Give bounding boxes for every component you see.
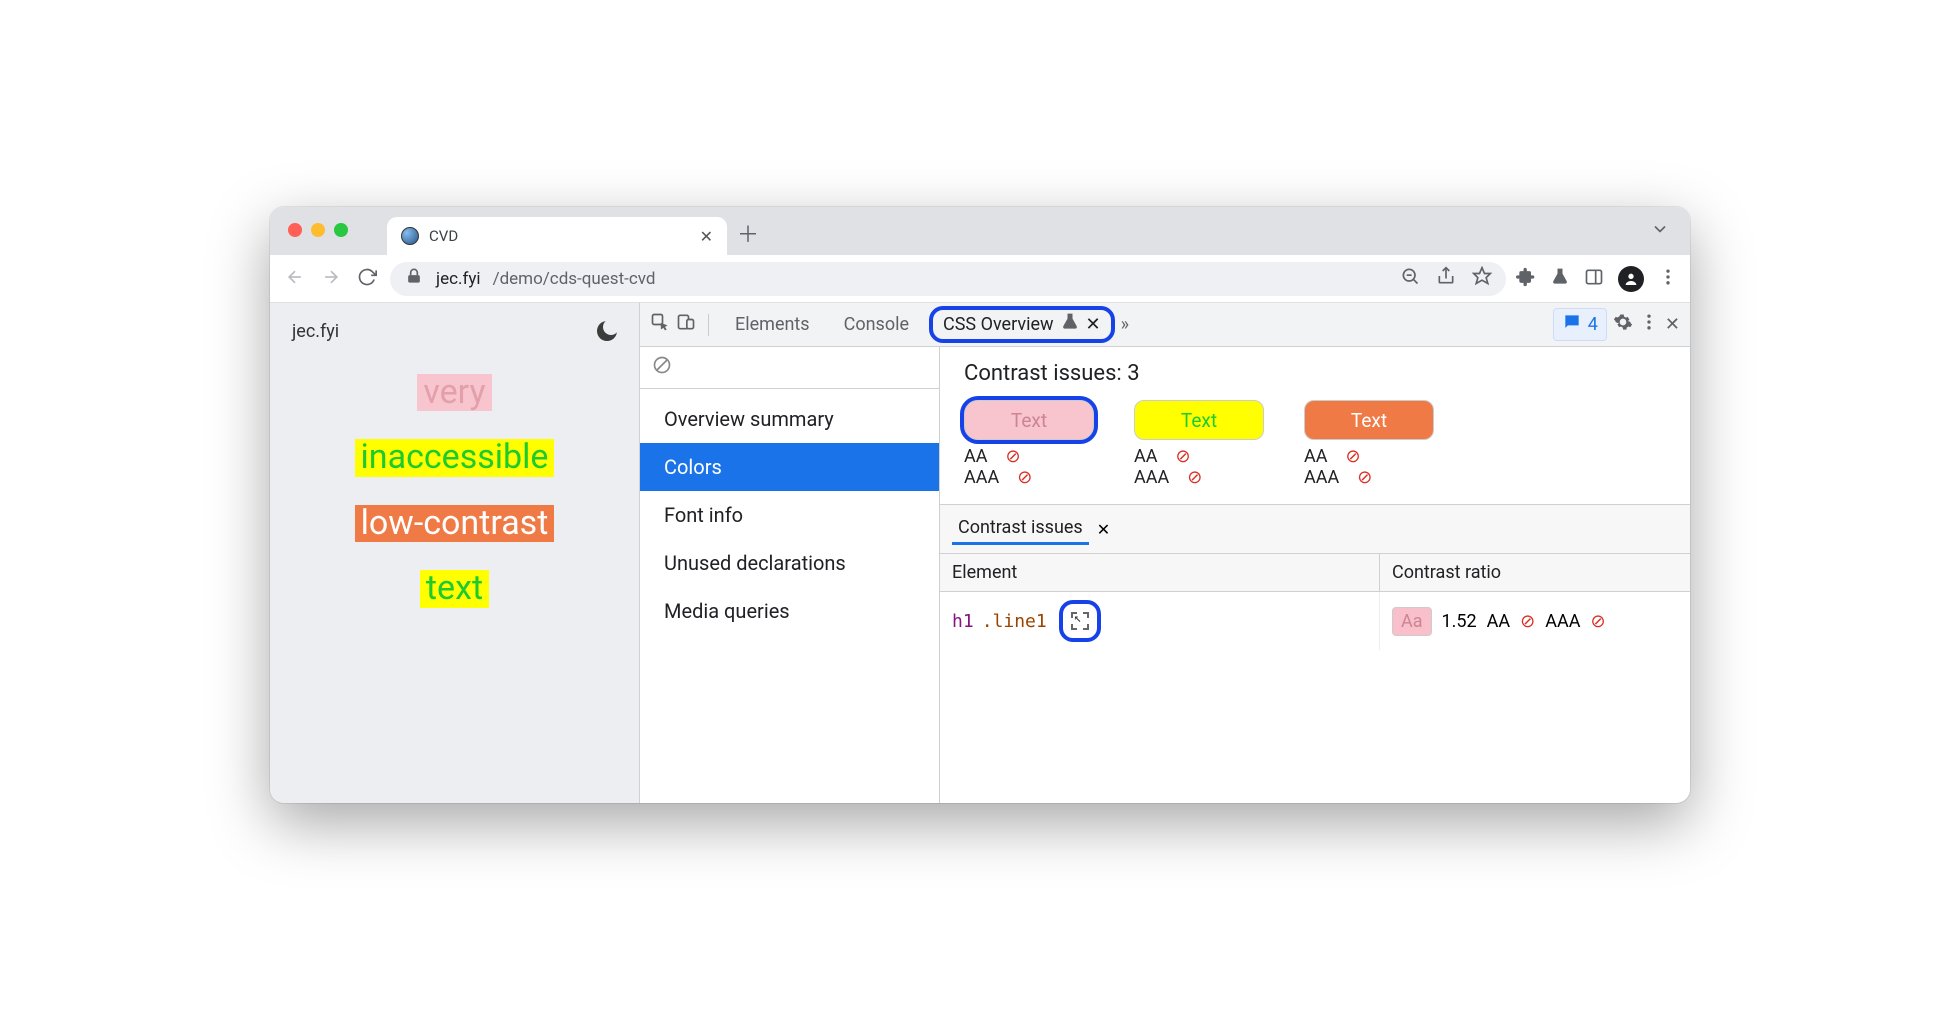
demo-word: text — [420, 570, 489, 607]
contrast-ratio-value: 1.52 — [1442, 611, 1477, 632]
tab-strip: CVD ✕ ＋ — [270, 207, 1690, 255]
reload-button[interactable] — [354, 267, 380, 291]
tabs-overflow-icon[interactable] — [1650, 219, 1670, 243]
traffic-close[interactable] — [288, 223, 302, 237]
clear-overview-icon[interactable] — [640, 347, 939, 389]
kebab-icon[interactable] — [1639, 312, 1659, 337]
devtools-panel: Elements Console CSS Overview ✕ » 4 ✕ — [640, 303, 1690, 803]
css-overview-main: Contrast issues: 3 Text AA⊘ AAA⊘ Text — [940, 347, 1690, 803]
demo-word: inaccessible — [355, 439, 555, 476]
fail-icon: ⊘ — [1345, 446, 1360, 467]
close-devtools-icon[interactable]: ✕ — [1665, 314, 1680, 335]
tab-title: CVD — [429, 227, 690, 245]
url-host: jec.fyi — [436, 269, 481, 289]
browser-window: CVD ✕ ＋ jec.fyi/demo/cds-quest-cvd — [270, 207, 1690, 803]
favicon-icon — [401, 227, 419, 245]
forward-button[interactable] — [318, 267, 344, 291]
reveal-in-elements-button[interactable] — [1059, 600, 1101, 642]
browser-tab[interactable]: CVD ✕ — [387, 217, 727, 255]
inspect-element-icon[interactable] — [650, 312, 670, 337]
fail-icon: ⊘ — [1005, 446, 1020, 467]
dark-mode-toggle[interactable] — [597, 321, 617, 341]
extensions-icon[interactable] — [1516, 267, 1536, 291]
contrast-table-header: Element Contrast ratio — [940, 554, 1690, 592]
back-button[interactable] — [282, 267, 308, 291]
chat-icon — [1562, 312, 1582, 337]
traffic-zoom[interactable] — [334, 223, 348, 237]
sidebar-item-media-queries[interactable]: Media queries — [640, 587, 939, 635]
devtools-tab-bar: Elements Console CSS Overview ✕ » 4 ✕ — [640, 303, 1690, 347]
swatch-sample[interactable]: Text — [1304, 400, 1434, 440]
fail-icon: ⊘ — [1590, 611, 1605, 632]
zoom-out-icon[interactable] — [1400, 266, 1420, 291]
css-overview-sidebar: Overview summary Colors Font info Unused… — [640, 347, 940, 803]
column-element: Element — [940, 554, 1380, 591]
close-tab-icon[interactable]: ✕ — [700, 227, 713, 246]
traffic-minimize[interactable] — [311, 223, 325, 237]
close-panel-icon[interactable]: ✕ — [1086, 314, 1101, 335]
swatch-sample[interactable]: Text — [964, 400, 1094, 440]
sidepanel-icon[interactable] — [1584, 267, 1604, 291]
traffic-lights — [288, 223, 348, 237]
toolbar-actions — [1516, 266, 1678, 292]
contrast-issues-tab[interactable]: Contrast issues — [952, 513, 1089, 545]
issues-chip[interactable]: 4 — [1553, 308, 1607, 341]
element-class: .line1 — [982, 611, 1047, 632]
share-icon[interactable] — [1436, 266, 1456, 291]
demo-word: very — [417, 374, 491, 411]
content-area: jec.fyi very inaccessible low-contrast t… — [270, 303, 1690, 803]
contrast-issues-tabstrip: Contrast issues ✕ — [940, 504, 1690, 554]
devtools-tab-console[interactable]: Console — [830, 308, 923, 341]
bookmark-star-icon[interactable] — [1472, 266, 1492, 291]
new-tab-button[interactable]: ＋ — [737, 217, 759, 255]
devtools-tab-elements[interactable]: Elements — [721, 308, 824, 341]
address-bar[interactable]: jec.fyi/demo/cds-quest-cvd — [390, 262, 1506, 296]
contrast-swatch[interactable]: Text AA⊘ AAA⊘ — [964, 400, 1094, 488]
demo-word: low-contrast — [355, 505, 555, 542]
labs-flask-icon[interactable] — [1550, 267, 1570, 291]
close-tab-icon[interactable]: ✕ — [1097, 520, 1110, 539]
device-toggle-icon[interactable] — [676, 312, 696, 337]
rendered-page: jec.fyi very inaccessible low-contrast t… — [270, 303, 640, 803]
fail-icon: ⊘ — [1187, 467, 1202, 488]
kebab-menu-icon[interactable] — [1658, 267, 1678, 291]
site-label: jec.fyi — [292, 321, 339, 342]
fail-icon: ⊘ — [1357, 467, 1372, 488]
contrast-swatch[interactable]: Text AA⊘ AAA⊘ — [1304, 400, 1434, 488]
url-path: /demo/cds-quest-cvd — [493, 269, 656, 289]
lock-icon — [404, 266, 424, 291]
flask-icon — [1060, 312, 1080, 337]
element-tag: h1 — [952, 611, 974, 632]
profile-avatar-icon[interactable] — [1618, 266, 1644, 292]
fail-icon: ⊘ — [1175, 446, 1190, 467]
settings-gear-icon[interactable] — [1613, 312, 1633, 337]
sidebar-item-colors[interactable]: Colors — [640, 443, 939, 491]
contrast-issues-heading: Contrast issues: 3 — [940, 347, 1690, 400]
column-contrast-ratio: Contrast ratio — [1380, 554, 1690, 591]
contrast-table-row[interactable]: h1.line1 Aa 1.52 AA ⊘ AAA ⊘ — [940, 592, 1690, 650]
swatch-sample[interactable]: Text — [1134, 400, 1264, 440]
tabs-more-icon[interactable]: » — [1121, 314, 1129, 335]
sidebar-item-unused-declarations[interactable]: Unused declarations — [640, 539, 939, 587]
contrast-swatch[interactable]: Text AA⊘ AAA⊘ — [1134, 400, 1264, 488]
fail-icon: ⊘ — [1520, 611, 1535, 632]
sidebar-item-overview-summary[interactable]: Overview summary — [640, 395, 939, 443]
fail-icon: ⊘ — [1017, 467, 1032, 488]
contrast-sample-chip: Aa — [1392, 607, 1432, 636]
browser-toolbar: jec.fyi/demo/cds-quest-cvd — [270, 255, 1690, 303]
devtools-tab-css-overview[interactable]: CSS Overview ✕ — [929, 306, 1115, 343]
sidebar-item-font-info[interactable]: Font info — [640, 491, 939, 539]
